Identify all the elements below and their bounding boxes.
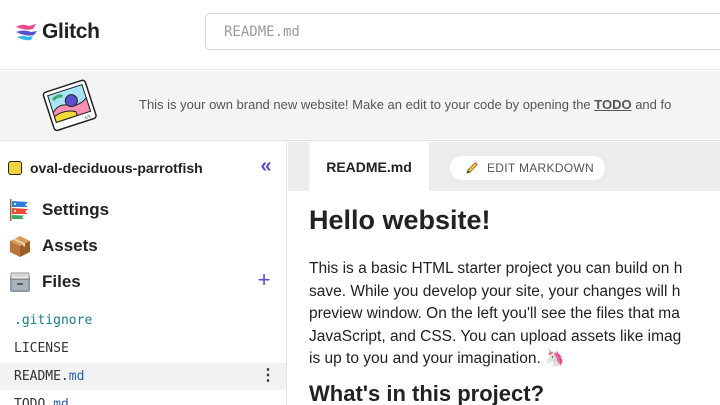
search-input[interactable]	[206, 14, 720, 49]
paragraph-line: This is a basic HTML starter project you…	[309, 260, 683, 277]
intro-paragraph: This is a basic HTML starter project you…	[309, 258, 720, 371]
paragraph-line: is up to you and your imagination. 🦄	[309, 350, 565, 367]
banner-text-start: This is your own brand new website! Make…	[139, 97, 595, 112]
paragraph-line: save. While you develop your site, your …	[309, 282, 681, 300]
file-license[interactable]: LICENSE	[0, 335, 286, 362]
sidebar-item-files[interactable]: Files +	[8, 269, 280, 295]
banner-todo-link[interactable]: TODO	[594, 97, 631, 112]
glitch-fish-icon	[16, 24, 37, 41]
banner-message: This is your own brand new website! Make…	[139, 97, 671, 112]
project-name[interactable]: oval-deciduous-parrotfish	[30, 160, 203, 176]
files-label: Files	[42, 272, 81, 291]
add-file-button[interactable]: +	[254, 269, 274, 293]
settings-label: Settings	[42, 200, 110, 219]
sidebar-item-settings[interactable]: Settings	[8, 197, 280, 223]
project-header[interactable]: oval-deciduous-parrotfish «	[8, 156, 280, 178]
collapse-sidebar-button[interactable]: «	[256, 156, 276, 178]
photo-illustration-icon: 4/9	[42, 79, 97, 132]
file-options-button[interactable]: ⋮	[260, 366, 276, 386]
tab-readme[interactable]: README.md	[309, 142, 429, 191]
paragraph-line: preview window. On the left you'll see t…	[309, 305, 680, 322]
banner-text-end: and fo	[631, 97, 672, 112]
package-icon	[8, 234, 32, 258]
pencil-icon	[465, 161, 479, 175]
assets-label: Assets	[42, 236, 98, 255]
file-extension: md	[53, 397, 69, 405]
file-extension: md	[68, 369, 85, 384]
edit-markdown-label: EDIT MARKDOWN	[487, 161, 595, 175]
file-readme[interactable]: README. md ⋮	[0, 363, 286, 390]
sidebar-item-assets[interactable]: Assets	[8, 233, 280, 259]
top-bar: Glitch	[0, 0, 720, 70]
welcome-banner: 4/9 This is your own brand new website! …	[0, 71, 720, 141]
file-gitignore[interactable]: .gitignore	[0, 307, 286, 334]
section-heading: What's in this project?	[309, 381, 545, 405]
editor-tab-bar: README.md EDIT MARKDOWN	[288, 142, 720, 191]
project-avatar-icon	[8, 161, 22, 175]
file-name: README.	[14, 369, 69, 384]
file-cabinet-icon	[8, 270, 32, 294]
page-heading: Hello website!	[309, 205, 491, 235]
file-name: TODO.	[14, 397, 54, 405]
sidebar: oval-deciduous-parrotfish « Settings Ass…	[0, 142, 287, 405]
file-name: LICENSE	[14, 341, 69, 356]
edit-markdown-button[interactable]: EDIT MARKDOWN	[450, 156, 605, 180]
glitch-logo[interactable]: Glitch	[14, 19, 100, 45]
file-todo[interactable]: TODO. md	[0, 391, 286, 405]
editor-pane: README.md EDIT MARKDOWN Hello website! T…	[288, 142, 720, 405]
paragraph-line: JavaScript, and CSS. You can upload asse…	[309, 327, 682, 345]
logo-text: Glitch	[42, 20, 100, 43]
search-box[interactable]	[205, 13, 720, 50]
file-name: .gitignore	[14, 313, 93, 328]
carp-streamer-icon	[8, 198, 32, 222]
